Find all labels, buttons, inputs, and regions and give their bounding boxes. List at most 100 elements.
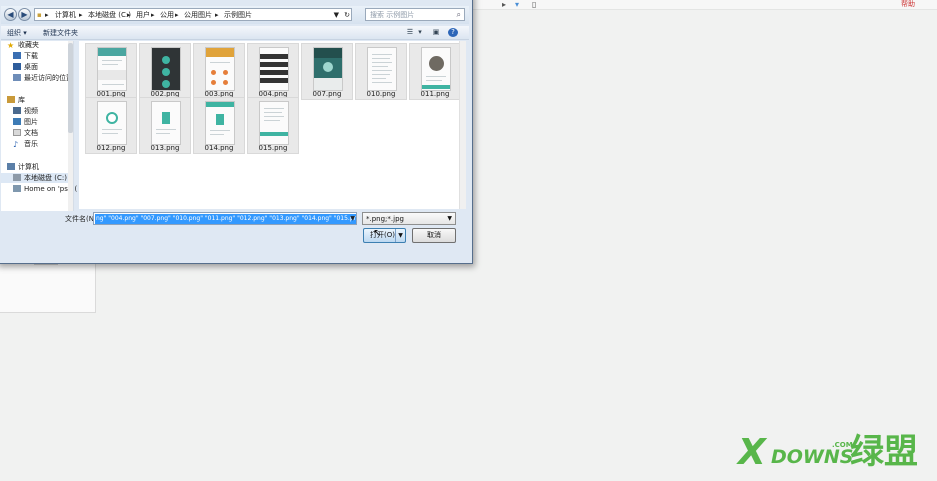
breadcrumb-item[interactable]: 计算机 [55, 9, 76, 21]
star-icon: ★ [7, 41, 15, 50]
file-list: 001.png 002.png 003.png 004.png 007.png … [79, 41, 461, 209]
image-thumbnail [97, 101, 127, 145]
navigation-bar: ◀ ▶ ▪ ▸ 计算机 ▸ 本地磁盘 (C:) ▸ 用户 ▸ 公用 ▸ 公用图片… [1, 6, 469, 24]
refresh-icon[interactable]: ↻ [344, 9, 350, 21]
image-thumbnail [259, 101, 289, 145]
cancel-button[interactable]: 取消 [412, 228, 456, 243]
file-tile[interactable]: 010.png [355, 43, 407, 100]
open-button[interactable]: 打开(O) ▼ [363, 228, 406, 243]
search-input[interactable]: 搜索 示例图片 ⌕ [365, 8, 465, 21]
watermark-brand: DOWNS [771, 446, 854, 468]
chevron-right-icon: ▸ [175, 11, 179, 19]
file-tile[interactable]: 002.png [139, 43, 191, 100]
watermark-cn: 绿盟 [850, 432, 918, 472]
sidebar-item-videos[interactable]: 视频 [13, 106, 38, 116]
sidebar-item-libraries[interactable]: 库 [7, 95, 25, 105]
image-thumbnail [421, 47, 451, 91]
command-bar: 组织 ▾ 新建文件夹 ☰ ▾ ▣ ? [1, 26, 469, 40]
breadcrumb-item[interactable]: 示例图片 [224, 9, 252, 21]
file-tile[interactable]: 015.png [247, 97, 299, 154]
image-thumbnail [259, 47, 289, 91]
file-tile[interactable]: 001.png [85, 43, 137, 100]
file-name: 007.png [312, 90, 342, 98]
recent-places-icon [13, 74, 21, 81]
breadcrumb-item[interactable]: 公用 [160, 9, 174, 21]
help-icon[interactable]: ? [448, 28, 458, 37]
image-thumbnail [205, 101, 235, 145]
sidebar-item-music[interactable]: ♪ 音乐 [13, 139, 38, 149]
search-placeholder: 搜索 示例图片 [370, 11, 415, 19]
chevron-right-icon: ▸ [215, 11, 219, 19]
file-name: 010.png [366, 90, 396, 98]
preview-pane-icon[interactable]: ▣ [431, 28, 441, 37]
chevron-down-icon: ▼ [447, 215, 452, 222]
sidebar-item-favorites[interactable]: ★ 收藏夹 [7, 40, 39, 50]
image-thumbnail [205, 47, 235, 91]
background-toolbar: ▸ ▾ ▯ 帮助 [470, 0, 937, 10]
search-icon[interactable]: ⌕ [457, 9, 461, 21]
file-tile[interactable]: 014.png [193, 97, 245, 154]
desktop-icon [13, 63, 21, 70]
filetype-select[interactable]: *.png;*.jpg ▼ [362, 212, 456, 225]
filename-input[interactable]: ng" "004.png" "007.png" "010.png" "011.p… [93, 212, 357, 225]
chevron-right-icon: ▸ [127, 11, 131, 19]
sidebar-item-recent-places[interactable]: 最近访问的位置 [13, 73, 73, 83]
sidebar-scrollbar[interactable] [68, 41, 73, 211]
computer-icon [7, 163, 15, 170]
mouse-cursor-icon: ↖ [373, 228, 382, 239]
chevron-down-icon[interactable]: ▾ [415, 28, 425, 37]
chevron-down-icon[interactable]: ▼ [395, 229, 405, 242]
new-folder-button[interactable]: 新建文件夹 [43, 26, 78, 40]
breadcrumb-item[interactable]: 本地磁盘 (C:) [88, 9, 131, 21]
help-menu[interactable]: 帮助 [901, 0, 915, 9]
documents-icon [13, 129, 21, 136]
drive-icon [13, 174, 21, 181]
sidebar-item-downloads[interactable]: 下载 [13, 51, 38, 61]
chevron-down-icon[interactable]: ▼ [350, 213, 355, 224]
organize-menu[interactable]: 组织 ▾ [7, 26, 27, 40]
sidebar-item-documents[interactable]: 文档 [13, 128, 38, 138]
view-options-icon[interactable]: ☰ [405, 28, 415, 37]
file-tile[interactable]: 013.png [139, 97, 191, 154]
chevron-right-icon: ▸ [151, 11, 155, 19]
image-thumbnail [97, 47, 127, 91]
watermark-logo: X DOWNS .COM 绿盟 [738, 433, 933, 475]
sidebar-item-local-disk[interactable]: 本地磁盘 (C:) [1, 173, 69, 183]
back-button[interactable]: ◀ [4, 8, 17, 21]
image-thumbnail [367, 47, 397, 91]
file-tile[interactable]: 007.png [301, 43, 353, 100]
file-tile[interactable]: 003.png [193, 43, 245, 100]
file-tile[interactable]: 012.png [85, 97, 137, 154]
sidebar-item-pictures[interactable]: 图片 [13, 117, 38, 127]
breadcrumb-item[interactable]: 公用图片 [184, 9, 212, 21]
page-icon[interactable]: ▯ [532, 0, 536, 9]
file-list-scrollbar[interactable] [459, 41, 466, 209]
file-name: 015.png [258, 144, 288, 152]
folder-icon: ▪ [37, 11, 42, 19]
dropdown-arrow-icon[interactable]: ▾ [515, 0, 519, 9]
watermark-x: X [738, 432, 766, 473]
file-name: 013.png [150, 144, 180, 152]
chevron-down-icon[interactable]: ▼ [334, 9, 339, 21]
file-tile[interactable]: 004.png [247, 43, 299, 100]
filetype-value: *.png;*.jpg [366, 215, 404, 223]
file-name: 011.png [420, 90, 450, 98]
flag-icon[interactable]: ▸ [502, 0, 506, 9]
navigation-pane: ★ 收藏夹 下载 桌面 最近访问的位置 库 视频 图片 文档 ♪ 音乐 计算机 本地… [1, 40, 77, 211]
filename-value[interactable]: ng" "004.png" "007.png" "010.png" "011.p… [95, 214, 356, 224]
file-name: 014.png [204, 144, 234, 152]
library-icon [7, 96, 15, 103]
scroll-thumb[interactable] [68, 43, 73, 133]
file-tile[interactable]: 011.png [409, 43, 461, 100]
file-name: 012.png [96, 144, 126, 152]
address-bar[interactable]: ▪ ▸ 计算机 ▸ 本地磁盘 (C:) ▸ 用户 ▸ 公用 ▸ 公用图片 ▸ 示… [34, 8, 352, 21]
sidebar-item-desktop[interactable]: 桌面 [13, 62, 38, 72]
chevron-right-icon: ▸ [45, 11, 49, 19]
download-folder-icon [13, 52, 21, 59]
sidebar-item-computer[interactable]: 计算机 [7, 162, 39, 172]
forward-button[interactable]: ▶ [18, 8, 31, 21]
pictures-icon [13, 118, 21, 125]
chevron-right-icon: ▸ [79, 11, 83, 19]
breadcrumb-item[interactable]: 用户 [136, 9, 150, 21]
music-icon: ♪ [13, 140, 19, 149]
